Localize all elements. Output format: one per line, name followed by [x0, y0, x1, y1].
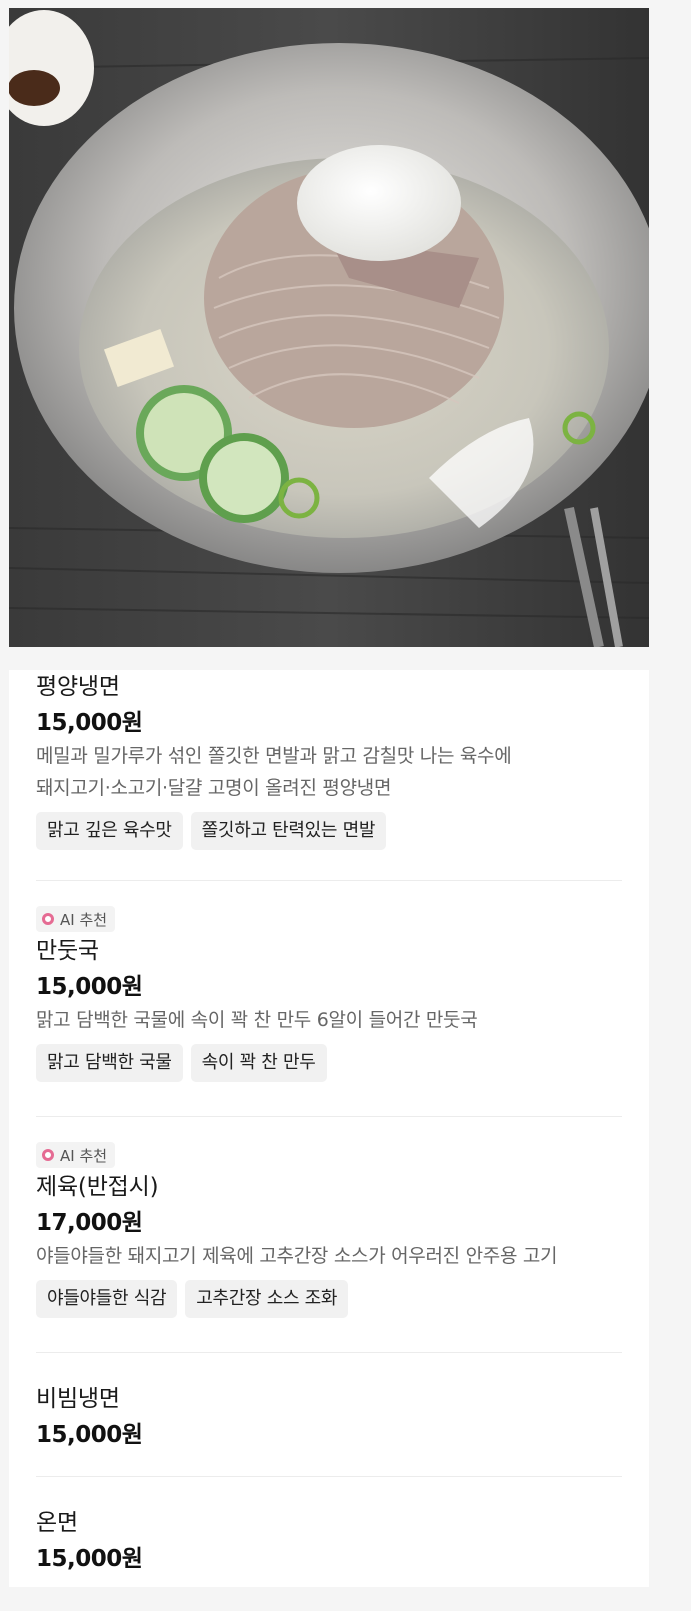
- tag-chip: 속이 꽉 찬 만두: [190, 1044, 327, 1082]
- menu-item-description: 맑고 담백한 국물에 속이 꽉 찬 만두 6알이 들어간 만둣국: [36, 1009, 478, 1031]
- menu-item-tags: 맑고 깊은 육수맛 쫄깃하고 탄력있는 면발: [36, 812, 622, 850]
- tag-chip: 쫄깃하고 탄력있는 면발: [190, 812, 387, 850]
- menu-item-jeyuk-half[interactable]: AI 추천 제육(반접시) 17,000원 야들야들한 돼지고기 제육에 고추간…: [36, 1142, 622, 1318]
- menu-item-tags: 맑고 담백한 국물 속이 꽉 찬 만두: [36, 1044, 622, 1082]
- menu-item-name: 제육(반접시): [36, 1174, 159, 1200]
- menu-item-pyongyang-naengmyeon[interactable]: 평양냉면 15,000원 메밀과 밀가루가 섞인 쫄깃한 면발과 맑고 감칠맛 …: [36, 670, 622, 850]
- menu-item-name: 평양냉면: [36, 674, 120, 700]
- divider: [36, 880, 622, 881]
- ai-recommend-badge: AI 추천: [36, 1142, 116, 1168]
- tag-chip: 고추간장 소스 조화: [185, 1280, 349, 1318]
- menu-list-card: 평양냉면 15,000원 메밀과 밀가루가 섞인 쫄깃한 면발과 맑고 감칠맛 …: [9, 670, 649, 1587]
- menu-item-price: 15,000원: [36, 1546, 143, 1572]
- menu-item-price: 15,000원: [36, 1422, 143, 1448]
- divider: [36, 1116, 622, 1117]
- menu-item-name: 비빔냉면: [36, 1386, 120, 1412]
- menu-item-mandu-guk[interactable]: AI 추천 만둣국 15,000원 맑고 담백한 국물에 속이 꽉 찬 만두 6…: [36, 906, 622, 1082]
- menu-item-description: 메밀과 밀가루가 섞인 쫄깃한 면발과 맑고 감칠맛 나는 육수에: [36, 745, 512, 767]
- menu-item-bibim-naengmyeon[interactable]: 비빔냉면 15,000원: [36, 1382, 622, 1452]
- menu-item-description: 돼지고기·소고기·달걀 고명이 올려진 평양냉면: [36, 777, 392, 799]
- ai-badge-icon: [42, 913, 54, 925]
- menu-photo[interactable]: [9, 8, 649, 647]
- tag-chip: 맑고 담백한 국물: [36, 1044, 183, 1082]
- menu-item-name: 만둣국: [36, 938, 99, 964]
- divider: [36, 1352, 622, 1353]
- ai-recommend-badge: AI 추천: [36, 906, 116, 932]
- menu-item-onmyeon[interactable]: 온면 15,000원: [36, 1506, 622, 1576]
- menu-item-name: 온면: [36, 1510, 78, 1536]
- menu-item-price: 15,000원: [36, 710, 143, 736]
- naengmyeon-photo-image: [9, 8, 649, 647]
- ai-badge-label: AI 추천: [60, 1146, 108, 1165]
- tag-chip: 맑고 깊은 육수맛: [36, 812, 183, 850]
- divider: [36, 1476, 622, 1477]
- menu-item-price: 15,000원: [36, 974, 143, 1000]
- menu-item-tags: 야들야들한 식감 고추간장 소스 조화: [36, 1280, 622, 1318]
- ai-badge-label: AI 추천: [60, 910, 108, 929]
- ai-badge-icon: [42, 1149, 54, 1161]
- menu-item-price: 17,000원: [36, 1210, 143, 1236]
- menu-item-description: 야들야들한 돼지고기 제육에 고추간장 소스가 어우러진 안주용 고기: [36, 1245, 558, 1267]
- tag-chip: 야들야들한 식감: [36, 1280, 178, 1318]
